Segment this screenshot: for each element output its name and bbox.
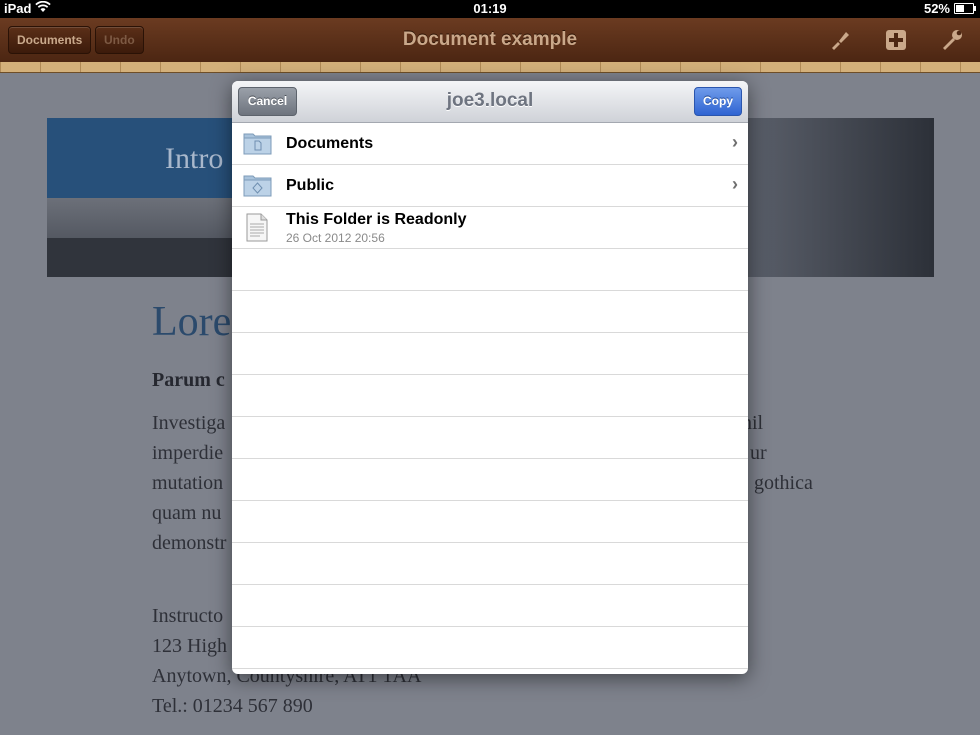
empty-row (232, 543, 748, 585)
document-icon (246, 213, 268, 242)
empty-row (232, 627, 748, 669)
list-item-public[interactable]: Public › (232, 165, 748, 207)
empty-row (232, 291, 748, 333)
battery-icon (954, 3, 976, 14)
doc-heading: Lore (152, 299, 232, 345)
add-icon[interactable] (884, 28, 908, 52)
list-item-readonly-file[interactable]: This Folder is Readonly 26 Oct 2012 20:5… (232, 207, 748, 249)
wrench-icon[interactable] (940, 28, 964, 52)
item-name: Public (286, 177, 335, 194)
item-date: 26 Oct 2012 20:56 (286, 231, 385, 245)
status-time: 01:19 (473, 1, 507, 16)
copy-button[interactable]: Copy (694, 87, 742, 116)
toolbar: Documents Undo Document example (0, 18, 980, 63)
banner-text: Intro (165, 142, 224, 175)
empty-row (232, 459, 748, 501)
doc-subheading: Parum c (152, 369, 225, 391)
paintbrush-icon[interactable] (828, 28, 852, 52)
empty-row (232, 375, 748, 417)
copy-dialog: Cancel joe3.local Copy Documents › Publi… (232, 81, 748, 674)
battery-percent: 52% (923, 1, 950, 16)
empty-row (232, 501, 748, 543)
empty-row (232, 249, 748, 291)
para-fragment: gothica (754, 472, 813, 494)
empty-row (232, 333, 748, 375)
ruler (0, 62, 980, 73)
address-line: Tel.: 01234 567 890 (152, 695, 313, 717)
dialog-title: joe3.local (446, 90, 534, 111)
folder-icon (243, 173, 272, 197)
chevron-right-icon: › (732, 132, 738, 152)
folder-icon (243, 131, 272, 155)
status-bar: iPad 01:19 52% (0, 0, 980, 18)
list-item-documents[interactable]: Documents › (232, 123, 748, 165)
empty-row (232, 585, 748, 627)
item-name: This Folder is Readonly (286, 211, 467, 228)
file-list: Documents › Public › This Folder is Read… (232, 123, 748, 669)
empty-row (232, 417, 748, 459)
dialog-header: Cancel joe3.local Copy (232, 81, 748, 123)
item-name: Documents (286, 135, 374, 152)
chevron-right-icon: › (732, 174, 738, 194)
para-fragment: ur (750, 442, 767, 464)
